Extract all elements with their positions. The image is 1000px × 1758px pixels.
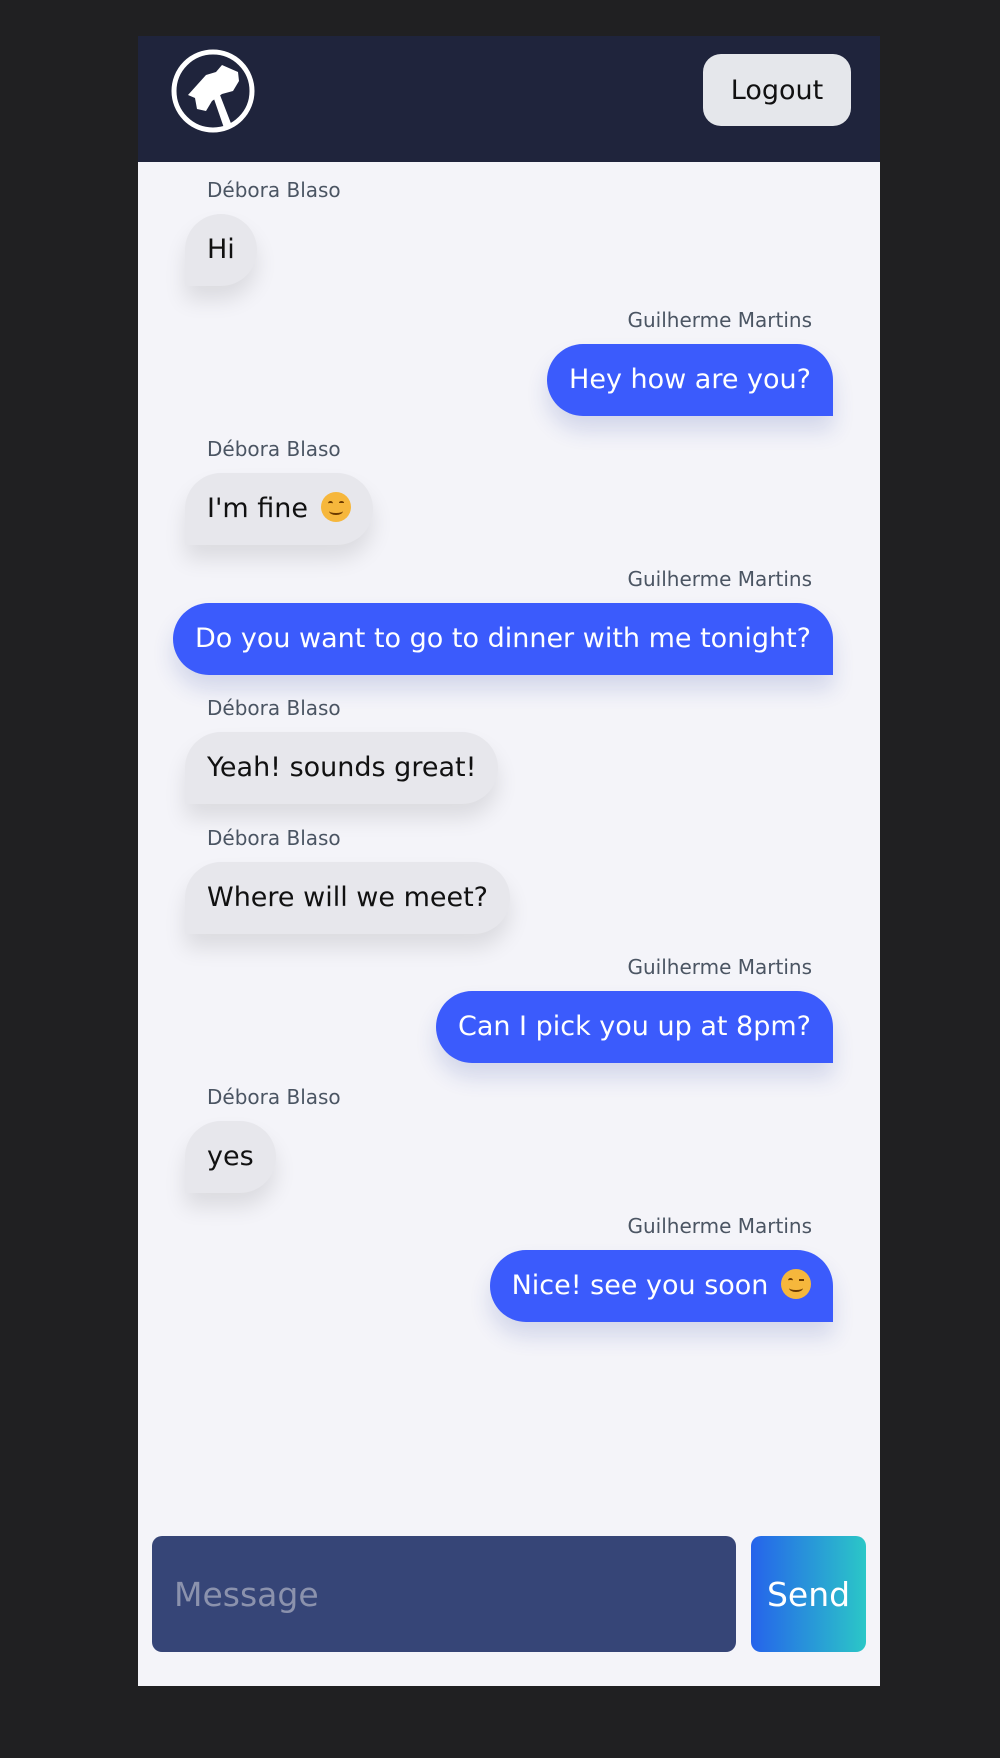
message-bubble: Hey how are you? [547,344,833,416]
send-button[interactable]: Send [751,1536,866,1652]
message-list: Débora Blaso Hi Guilherme Martins Hey ho… [138,162,880,1512]
message-author: Débora Blaso [207,696,341,720]
message-composer: Send [152,1536,866,1652]
chat-app: Logout Débora Blaso Hi Guilherme Martins… [138,36,880,1686]
message-bubble: Hi [185,214,257,286]
message-text: Nice! see you soon [511,1270,769,1301]
message-item: Débora Blaso Hi [185,178,341,286]
message-bubble: Do you want to go to dinner with me toni… [172,603,833,675]
message-item: Guilherme Martins Nice! see you soon [489,1214,833,1322]
message-author: Débora Blaso [207,826,341,850]
message-text: I'm fine [207,493,308,524]
message-bubble: Yeah! sounds great! [185,732,499,804]
message-text: yes [207,1141,254,1172]
message-author: Guilherme Martins [627,1214,812,1238]
message-author: Débora Blaso [207,178,341,202]
message-text: Do you want to go to dinner with me toni… [194,623,811,654]
message-text: Hi [207,234,235,265]
message-author: Guilherme Martins [627,308,812,332]
hammer-logo-icon[interactable] [170,48,256,134]
message-item: Débora Blaso yes [185,1085,341,1193]
winking-face-icon [781,1268,811,1299]
message-text: Where will we meet? [207,882,489,913]
message-text: Can I pick you up at 8pm? [457,1011,811,1042]
message-item: Guilherme Martins Can I pick you up at 8… [435,955,833,1063]
smiling-face-icon [320,491,351,522]
message-bubble: Can I pick you up at 8pm? [435,991,833,1063]
message-item: Guilherme Martins Hey how are you? [547,308,833,416]
message-bubble: Where will we meet? [185,862,511,934]
message-text: Hey how are you? [569,364,811,395]
message-item: Guilherme Martins Do you want to go to d… [172,567,833,675]
message-bubble: Nice! see you soon [489,1250,833,1322]
message-author: Guilherme Martins [627,955,812,979]
message-text: Yeah! sounds great! [207,752,477,783]
message-input[interactable] [152,1536,736,1652]
message-bubble: I'm fine [185,473,373,545]
logout-button[interactable]: Logout [703,54,851,126]
message-item: Débora Blaso I'm fine [185,437,373,545]
message-item: Débora Blaso Where will we meet? [185,826,511,934]
message-author: Débora Blaso [207,1085,341,1109]
message-author: Guilherme Martins [627,567,812,591]
message-author: Débora Blaso [207,437,341,461]
message-item: Débora Blaso Yeah! sounds great! [185,696,499,804]
app-header: Logout [138,36,880,162]
message-bubble: yes [185,1121,276,1193]
